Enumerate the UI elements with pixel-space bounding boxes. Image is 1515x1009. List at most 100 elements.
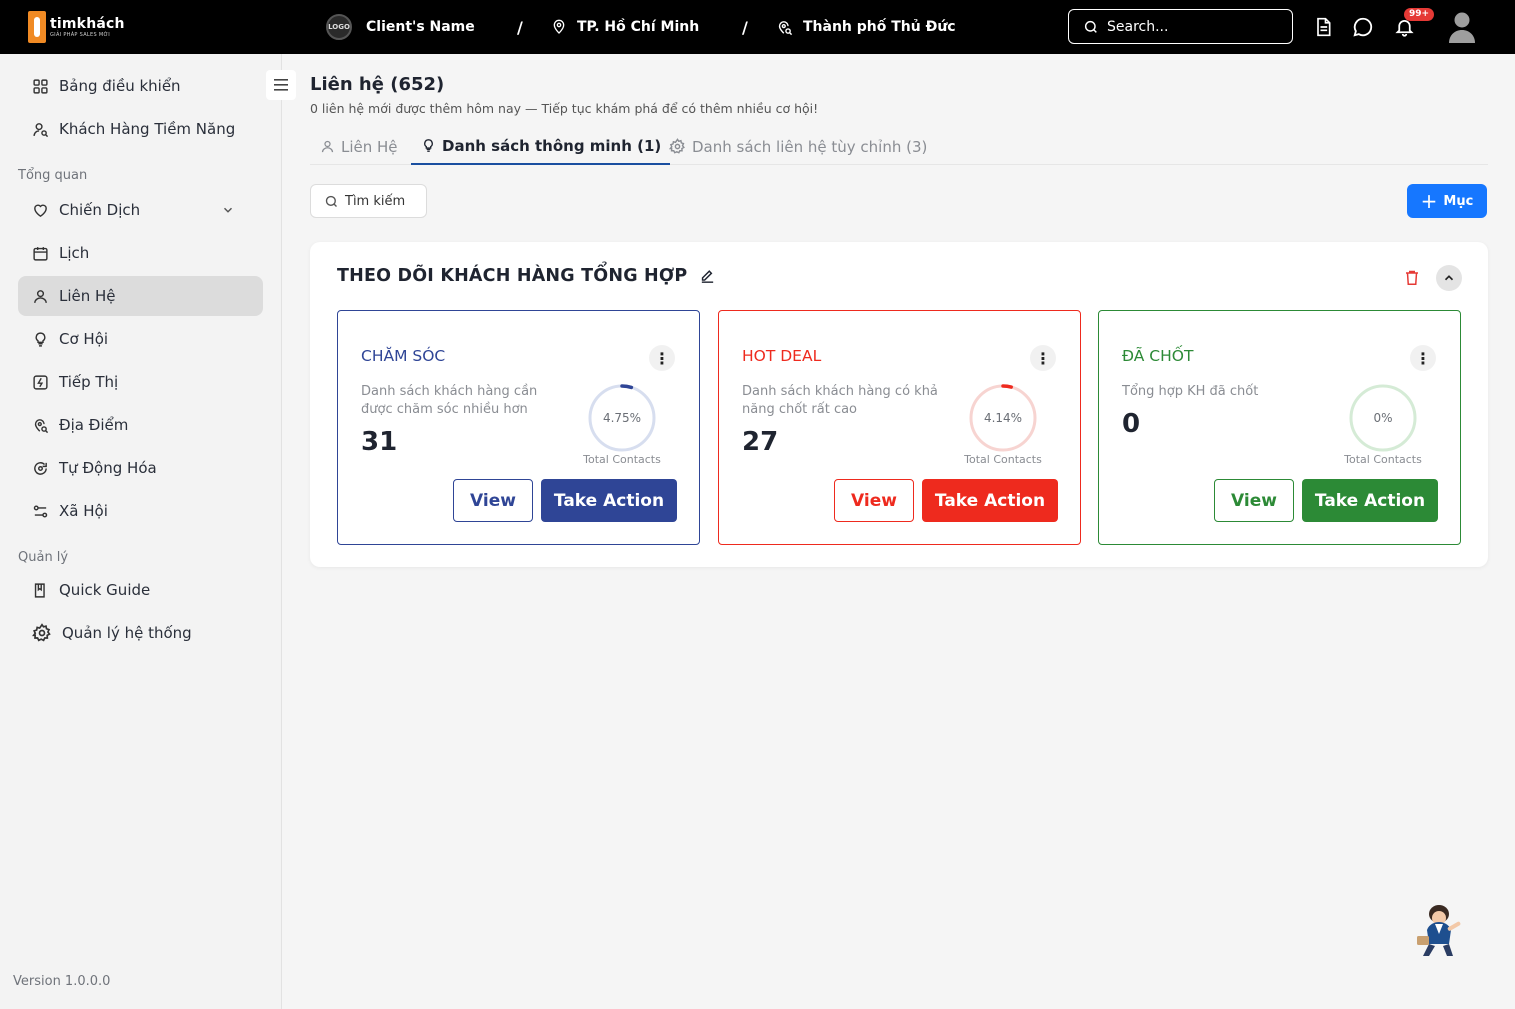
page-title: Liên hệ (652) <box>310 74 445 95</box>
sidebar-item-system-settings[interactable]: Quản lý hệ thống <box>18 613 263 653</box>
sidebar-item-campaigns[interactable]: Chiến Dịch <box>18 190 263 230</box>
brand-name: timkhách <box>50 15 125 32</box>
more-options-icon[interactable]: ⋮ <box>1030 345 1056 371</box>
client-name: Client's Name <box>366 19 475 35</box>
card-percent: 0% <box>1373 411 1393 425</box>
more-options-icon[interactable]: ⋮ <box>1410 345 1436 371</box>
sidebar-item-label: Khách Hàng Tiềm Năng <box>59 120 236 138</box>
chevron-down-icon <box>223 207 233 213</box>
card-description: Danh sách khách hàng có khả năng chốt rấ… <box>742 384 938 417</box>
avatar[interactable] <box>1447 11 1477 43</box>
sidebar-item-label: Tự Động Hóa <box>59 459 157 477</box>
user-search-icon <box>33 122 49 137</box>
location-search-icon <box>778 20 793 35</box>
city-name: TP. Hồ Chí Minh <box>577 19 700 35</box>
add-item-button[interactable]: + Mục <box>1407 184 1487 218</box>
tab-custom-lists[interactable]: Danh sách liên hệ tùy chỉnh (3) <box>669 128 927 165</box>
brand-tagline: GIẢI PHÁP SALES MỚI <box>50 31 111 38</box>
brand-logo[interactable]: timkhách GIẢI PHÁP SALES MỚI <box>28 11 125 43</box>
sidebar-item-opportunities[interactable]: Cơ Hội <box>18 319 263 359</box>
sidebar-item-label: Lịch <box>59 244 90 262</box>
version-label: Version 1.0.0.0 <box>13 974 111 989</box>
sidebar-item-leads[interactable]: Khách Hàng Tiềm Năng <box>18 109 263 149</box>
sidebar-item-label: Xã Hội <box>59 502 108 520</box>
user-icon <box>34 289 47 303</box>
gear-icon <box>669 138 685 154</box>
card-description: Tổng hợp KH đã chốt <box>1122 384 1259 399</box>
smart-list-card-cham-soc: CHĂM SÓC ⋮ Danh sách khách hàng cần được… <box>337 310 700 545</box>
bulb-icon <box>424 139 433 152</box>
card-caption: Total Contacts <box>964 453 1042 466</box>
trash-icon[interactable] <box>1403 268 1421 287</box>
sidebar-item-locations[interactable]: Địa Điểm <box>18 405 263 445</box>
section-label-manage: Quản lý <box>18 550 69 565</box>
chevron-up-icon <box>1444 275 1454 281</box>
collapse-panel-button[interactable] <box>1436 265 1462 291</box>
take-action-button[interactable]: Take Action <box>1302 479 1438 522</box>
panel-title-text: THEO DÕI KHÁCH HÀNG TỔNG HỢP <box>337 266 688 286</box>
search-icon <box>1084 20 1097 33</box>
sidebar-item-marketing[interactable]: Tiếp Thị <box>18 362 263 402</box>
card-caption: Total Contacts <box>1344 453 1422 466</box>
chat-icon[interactable] <box>1351 15 1375 39</box>
sidebar-item-automation[interactable]: Tự Động Hóa <box>18 448 263 488</box>
assistant-mascot[interactable] <box>1413 902 1469 962</box>
document-icon[interactable] <box>1311 15 1335 39</box>
view-button[interactable]: View <box>834 479 914 522</box>
tab-contacts[interactable]: Liên Hệ <box>320 128 398 165</box>
take-action-button[interactable]: Take Action <box>922 479 1058 522</box>
card-percent: 4.14% <box>983 411 1023 425</box>
card-count: 27 <box>742 427 779 457</box>
view-button[interactable]: View <box>1214 479 1294 522</box>
menu-icon <box>274 79 288 91</box>
automation-icon <box>34 461 47 475</box>
book-icon <box>34 582 45 598</box>
breadcrumb-client[interactable]: LOGO Client's Name <box>326 0 475 54</box>
notification-badge: 99+ <box>1404 8 1435 21</box>
card-count: 31 <box>361 427 398 457</box>
sidebar-item-contacts[interactable]: Liên Hệ <box>18 276 263 316</box>
tab-smart-lists[interactable]: Danh sách thông minh (1) <box>411 128 671 165</box>
take-action-button[interactable]: Take Action <box>541 479 677 522</box>
bulb-icon <box>35 331 46 347</box>
sidebar-item-label: Quick Guide <box>59 581 151 599</box>
global-search-input[interactable]: Search... <box>1068 9 1293 44</box>
tab-label: Danh sách thông minh (1) <box>442 136 662 155</box>
sidebar-item-quick-guide[interactable]: Quick Guide <box>18 570 263 610</box>
marketing-icon <box>33 374 48 390</box>
edit-icon[interactable] <box>699 268 716 285</box>
calendar-icon <box>33 246 48 261</box>
card-count: 0 <box>1122 409 1141 439</box>
search-placeholder: Search... <box>1107 18 1169 35</box>
card-title: CHĂM SÓC <box>361 347 446 365</box>
tab-label: Danh sách liên hệ tùy chỉnh (3) <box>692 137 928 156</box>
tab-bar: Liên Hệ Danh sách thông minh (1) Danh sá… <box>310 128 1488 165</box>
sidebar-item-dashboard[interactable]: Bảng điều khiển <box>18 66 263 106</box>
view-button[interactable]: View <box>453 479 533 522</box>
gear-icon <box>32 623 51 642</box>
search-icon <box>325 195 337 207</box>
smart-list-card-hot-deal: HOT DEAL ⋮ Danh sách khách hàng có khả n… <box>718 310 1081 545</box>
client-logo: LOGO <box>326 14 352 40</box>
sidebar-item-label: Tiếp Thị <box>59 373 119 391</box>
sidebar-item-label: Bảng điều khiển <box>59 77 181 95</box>
sidebar-item-social[interactable]: Xã Hội <box>18 491 263 531</box>
sidebar-toggle-button[interactable] <box>266 70 296 100</box>
sidebar-item-calendar[interactable]: Lịch <box>18 233 263 273</box>
sidebar-item-label: Quản lý hệ thống <box>62 624 192 642</box>
breadcrumb-district[interactable]: Thành phố Thủ Đức <box>776 0 956 54</box>
panel-title: THEO DÕI KHÁCH HÀNG TỔNG HỢP <box>337 266 716 286</box>
page-subtitle: 0 liên hệ mới được thêm hôm nay — Tiếp t… <box>310 101 819 116</box>
sidebar-item-label: Cơ Hội <box>59 330 109 348</box>
more-options-icon[interactable]: ⋮ <box>649 345 675 371</box>
search-label: Tìm kiếm <box>345 193 406 209</box>
breadcrumb-city[interactable]: TP. Hồ Chí Minh <box>551 0 699 54</box>
brand-mark-icon <box>28 11 46 43</box>
card-title: ĐÃ CHỐT <box>1122 347 1194 365</box>
dashboard-icon <box>33 78 48 94</box>
district-name: Thành phố Thủ Đức <box>803 19 956 35</box>
list-search-button[interactable]: Tìm kiếm <box>310 184 427 218</box>
card-description: Danh sách khách hàng cần được chăm sóc n… <box>361 384 538 417</box>
breadcrumb-separator: / <box>517 17 523 37</box>
heart-icon <box>34 204 47 217</box>
